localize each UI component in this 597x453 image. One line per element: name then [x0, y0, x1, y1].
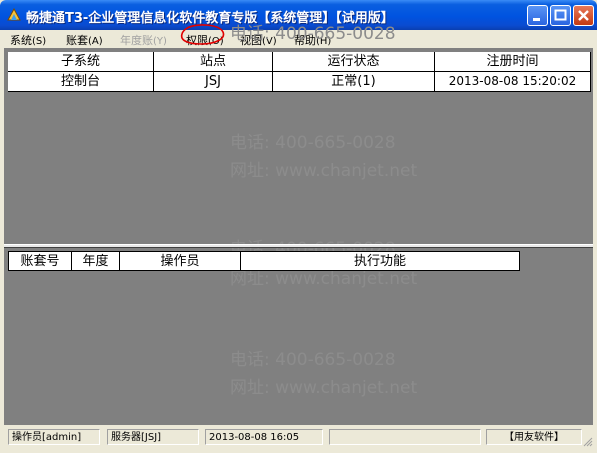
close-icon — [578, 10, 589, 21]
menu-view[interactable]: 视图(V) — [240, 32, 277, 48]
menu-account[interactable]: 账套(A) — [66, 32, 103, 48]
header-function[interactable]: 执行功能 — [241, 251, 520, 271]
resize-grip-icon[interactable] — [583, 437, 593, 447]
header-subsystem[interactable]: 子系统 — [8, 52, 154, 72]
table-cell-subsystem[interactable]: 控制台 — [8, 72, 154, 92]
title-bar[interactable]: 畅捷通T3-企业管理信息化软件教育专版【系统管理】【试用版】 — [0, 0, 597, 30]
header-year[interactable]: 年度 — [72, 251, 120, 271]
header-status[interactable]: 运行状态 — [273, 52, 435, 72]
watermark-phone: 电话: 400-665-0028 — [230, 350, 396, 370]
header-operator[interactable]: 操作员 — [120, 251, 241, 271]
pane-splitter[interactable] — [4, 244, 593, 248]
header-site[interactable]: 站点 — [154, 52, 273, 72]
close-button[interactable] — [573, 5, 594, 26]
minimize-icon — [533, 18, 540, 21]
app-icon — [7, 7, 21, 21]
watermark-phone: 电话: 400-665-0028 — [230, 133, 396, 153]
header-account-no[interactable]: 账套号 — [8, 251, 72, 271]
minimize-button[interactable] — [527, 5, 548, 26]
status-datetime: 2013-08-08 16:05 — [205, 429, 323, 445]
tasks-table: 账套号 年度 操作员 执行功能 — [8, 251, 520, 271]
maximize-button[interactable] — [550, 5, 571, 26]
maximize-icon — [554, 9, 567, 21]
status-vendor: 【用友软件】 — [486, 429, 582, 445]
status-operator: 操作员[admin] — [8, 429, 100, 445]
table-cell-status[interactable]: 正常(1) — [273, 72, 435, 92]
table-cell-register-time[interactable]: 2013-08-08 15:20:02 — [435, 72, 591, 92]
status-empty — [329, 429, 481, 445]
menu-system[interactable]: 系统(S) — [10, 32, 46, 48]
menu-help[interactable]: 帮助(H) — [294, 32, 331, 48]
status-bar: 操作员[admin] 服务器[JSJ] 2013-08-08 16:05 【用友… — [4, 425, 593, 449]
menu-bar: 系统(S) 账套(A) 年度账(Y) 权限(O) 视图(V) 帮助(H) — [4, 30, 593, 48]
menu-year-account[interactable]: 年度账(Y) — [120, 32, 167, 48]
main-area: 电话: 400-665-0028 网址: www.chanjet.net 电话:… — [4, 24, 593, 425]
table-cell-site[interactable]: JSJ — [154, 72, 273, 92]
watermark-site: 网址: www.chanjet.net — [230, 161, 418, 181]
annotation-circle — [180, 24, 225, 45]
watermark-site: 网址: www.chanjet.net — [230, 378, 418, 398]
sessions-table: 子系统 站点 运行状态 注册时间 控制台 JSJ 正常(1) 2013-08-0… — [8, 52, 591, 92]
status-server: 服务器[JSJ] — [107, 429, 199, 445]
header-register-time[interactable]: 注册时间 — [435, 52, 591, 72]
